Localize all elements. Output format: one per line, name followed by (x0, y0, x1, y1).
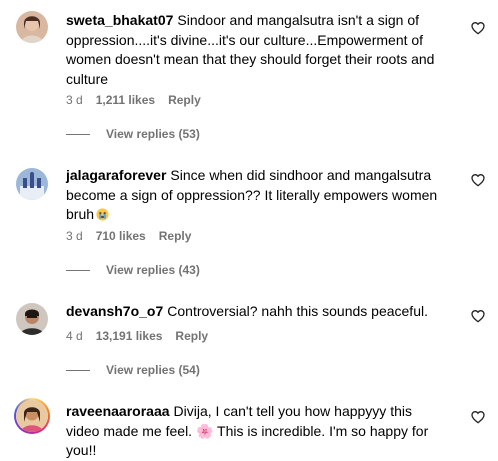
view-replies-label: View replies (54) (106, 363, 200, 377)
comment-meta: 3 d 1,211 likes Reply (66, 93, 201, 107)
comment-text-block: sweta_bhakat07 Sindoor and mangalsutra is… (66, 11, 446, 89)
avatar-image (16, 303, 48, 335)
comment-age[interactable]: 4 d (66, 329, 83, 343)
replies-divider-line (66, 369, 90, 371)
crying-face-emoji (96, 208, 109, 221)
avatar-image (16, 400, 48, 432)
view-replies-button[interactable]: View replies (43) (66, 263, 200, 277)
comment-likes[interactable]: 13,191 likes (96, 329, 163, 343)
heart-outline-icon[interactable] (470, 409, 486, 425)
comment-age[interactable]: 3 d (66, 229, 83, 243)
replies-divider-line (66, 133, 90, 135)
avatar[interactable] (16, 11, 48, 43)
avatar-image (16, 168, 48, 200)
comment-likes[interactable]: 1,211 likes (96, 93, 155, 107)
comment-text-block: jalagaraforever Since when did sindhoor a… (66, 166, 446, 225)
reply-button[interactable]: Reply (168, 93, 201, 107)
view-replies-label: View replies (43) (106, 263, 200, 277)
comment-meta: 3 d 710 likes Reply (66, 229, 191, 243)
avatar[interactable] (16, 303, 48, 335)
comment-username[interactable]: raveenaaroraaa (66, 403, 170, 419)
heart-outline-icon[interactable] (470, 20, 486, 36)
comment-age[interactable]: 3 d (66, 93, 83, 107)
reply-button[interactable]: Reply (159, 229, 192, 243)
comment-text-block: raveenaaroraaa Divija, I can't tell you h… (66, 402, 446, 461)
reply-button[interactable]: Reply (175, 329, 208, 343)
comment-username[interactable]: sweta_bhakat07 (66, 12, 173, 28)
comment-likes[interactable]: 710 likes (96, 229, 146, 243)
comment-text: Controversial? nahh this sounds peaceful… (167, 303, 428, 319)
avatar[interactable] (14, 398, 50, 434)
comment-username[interactable]: jalagaraforever (66, 167, 166, 183)
heart-outline-icon[interactable] (470, 172, 486, 188)
avatar[interactable] (16, 168, 48, 200)
view-replies-label: View replies (53) (106, 127, 200, 141)
comment-meta: 4 d 13,191 likes Reply (66, 329, 208, 343)
view-replies-button[interactable]: View replies (54) (66, 363, 200, 377)
comment-username[interactable]: devansh7o_o7 (66, 303, 163, 319)
avatar-image (16, 11, 48, 43)
view-replies-button[interactable]: View replies (53) (66, 127, 200, 141)
comment-text-block: devansh7o_o7 Controversial? nahh this sou… (66, 302, 446, 322)
replies-divider-line (66, 269, 90, 271)
heart-outline-icon[interactable] (470, 308, 486, 324)
